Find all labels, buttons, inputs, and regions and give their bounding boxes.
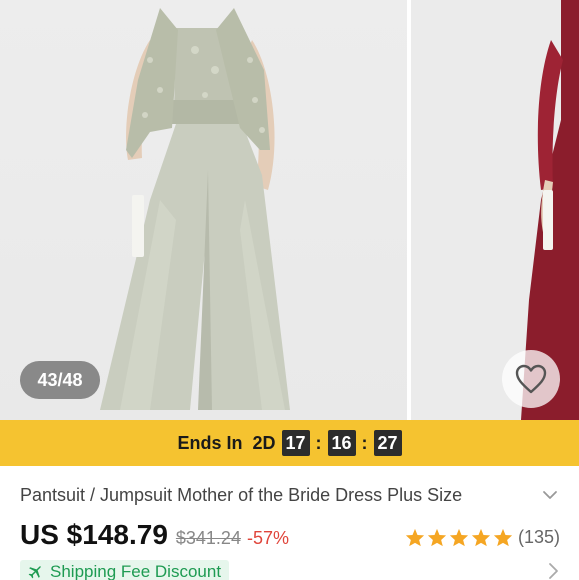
- shipping-discount-label: Shipping Fee Discount: [50, 562, 222, 580]
- discount-percent: -57%: [246, 527, 289, 548]
- timer-seconds: 27: [373, 430, 402, 456]
- timer-days: 2D: [252, 432, 276, 453]
- current-price: US $148.79: [20, 519, 168, 550]
- rating-stars: [405, 528, 515, 547]
- review-count: (135): [517, 526, 560, 547]
- product-image-gallery[interactable]: 43/48: [0, 0, 579, 420]
- flash-sale-timer-bar: Ends In 2D 17 : 16 : 27: [0, 420, 579, 466]
- timer-separator: :: [315, 432, 322, 453]
- star-icon: [449, 528, 469, 546]
- timer-hours: 17: [281, 430, 310, 456]
- price-row: US $148.79 $341.24 -57% (135): [20, 516, 560, 554]
- product-image-main[interactable]: [0, 0, 407, 420]
- chevron-right-icon[interactable]: [544, 562, 562, 580]
- product-image-next[interactable]: [411, 0, 579, 420]
- burgundy-pantsuit-illustration: [521, 0, 579, 420]
- wishlist-button[interactable]: [502, 350, 560, 408]
- star-icon: [493, 528, 513, 546]
- star-icon: [405, 528, 425, 546]
- star-icon: [427, 528, 447, 546]
- product-title-row[interactable]: Pantsuit / Jumpsuit Mother of the Bride …: [20, 482, 560, 508]
- plane-icon: [28, 566, 41, 579]
- rating-summary[interactable]: (135): [405, 527, 560, 548]
- image-counter-badge: 43/48: [20, 361, 100, 399]
- timer-label: Ends In: [177, 432, 243, 453]
- product-title: Pantsuit / Jumpsuit Mother of the Bride …: [20, 484, 463, 505]
- shipping-discount-badge[interactable]: Shipping Fee Discount: [20, 560, 230, 580]
- timer-minutes: 16: [327, 430, 356, 456]
- chevron-down-icon[interactable]: [540, 485, 560, 505]
- sage-pantsuit-illustration: [100, 8, 290, 410]
- original-price: $341.24: [175, 527, 241, 548]
- timer-separator: :: [361, 432, 368, 453]
- heart-outline-icon: [515, 364, 547, 394]
- star-icon: [471, 528, 491, 546]
